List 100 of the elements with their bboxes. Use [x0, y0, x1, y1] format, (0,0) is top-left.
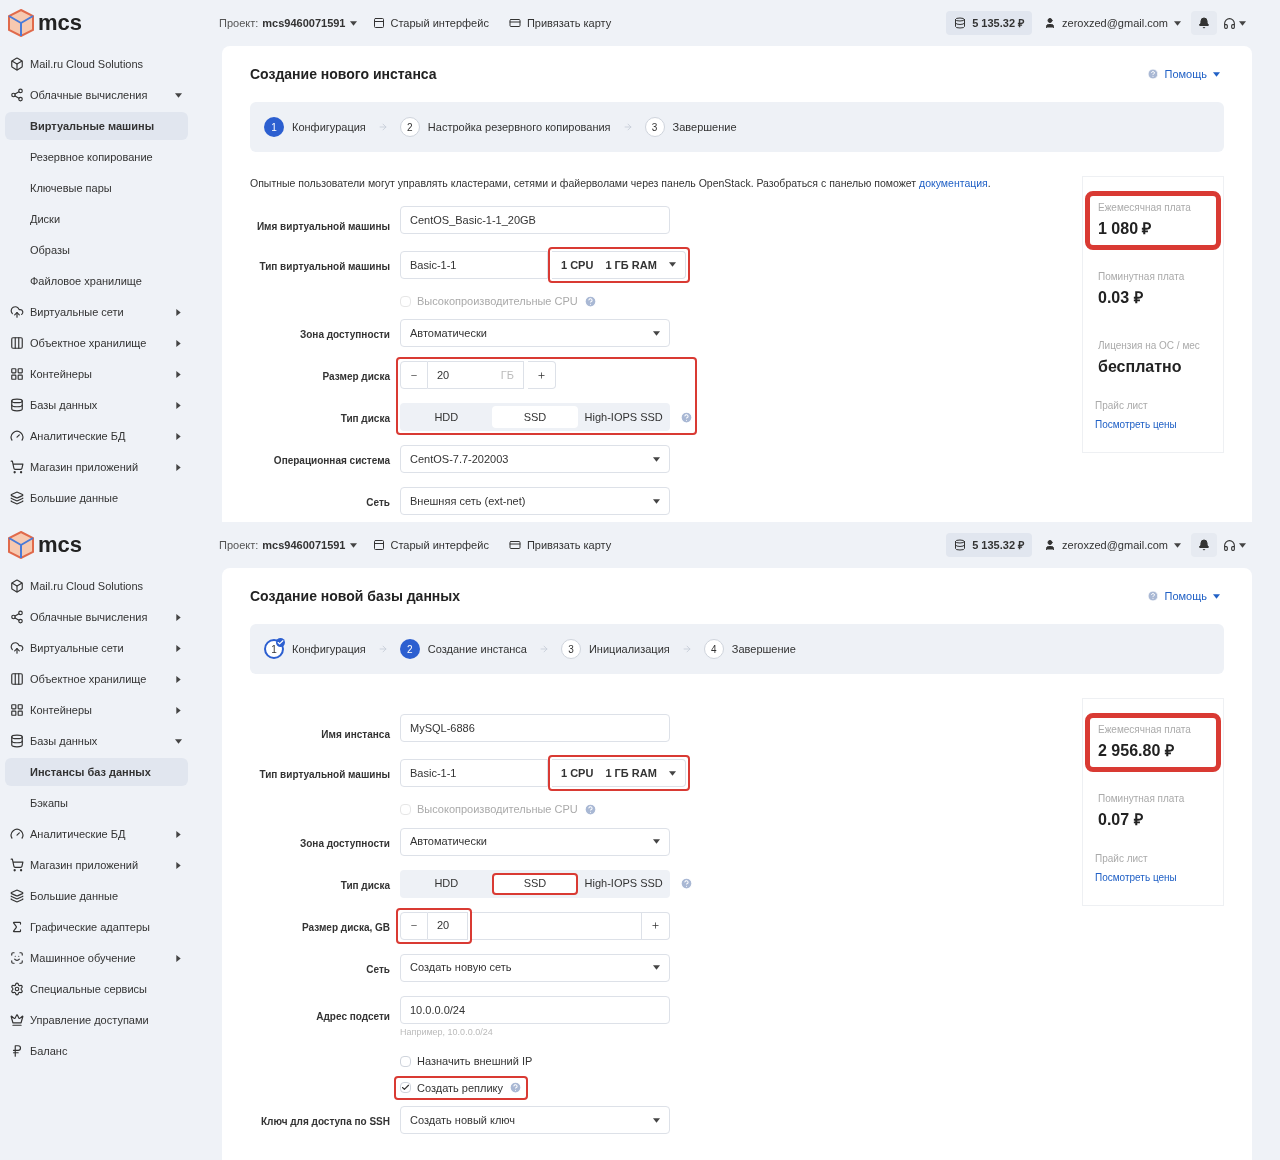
checkbox-option[interactable]: Назначить внешний IP [398, 1053, 535, 1070]
logo-text: mcs [38, 534, 83, 556]
segment-option[interactable]: SSD [491, 406, 579, 429]
sidebar-item[interactable]: Контейнеры [5, 696, 188, 724]
sidebar-item[interactable]: Mail.ru Cloud Solutions [5, 572, 188, 600]
arrow-icon [622, 122, 633, 132]
sidebar-item[interactable]: Управление доступами [5, 1006, 188, 1034]
select-field[interactable]: Создать новый ключ [400, 1106, 670, 1134]
support-button[interactable] [1223, 538, 1246, 552]
sidebar-item[interactable]: Базы данных [5, 727, 188, 755]
sidebar-subitem[interactable]: Резервное копирование [5, 143, 188, 171]
sidebar-subitem[interactable]: Файловое хранилище [5, 267, 188, 295]
segment-option[interactable]: HDD [403, 872, 490, 895]
select-field[interactable]: Создать новую сеть [400, 953, 670, 982]
notifications-button[interactable] [1191, 11, 1217, 35]
bind-card-link[interactable]: Привязать карту [508, 536, 612, 554]
select-field[interactable]: Автоматически [400, 827, 670, 856]
sidebar-item[interactable]: Объектное хранилище [5, 329, 188, 357]
flavor-field[interactable]: Basic-1-1 [400, 759, 548, 787]
checkbox-option[interactable]: Создать реплику [398, 1079, 525, 1096]
page-title: Создание новой базы данных [250, 586, 461, 606]
text-field[interactable]: CentOS_Basic-1-1_20GB [400, 205, 670, 234]
headset-icon [1223, 16, 1236, 30]
caret-icon [176, 675, 181, 683]
nodes-icon [10, 88, 24, 102]
support-button[interactable] [1223, 16, 1246, 30]
sidebar-item[interactable]: Виртуальные сети [5, 298, 188, 326]
sidebar-item[interactable]: Облачные вычисления [5, 603, 188, 631]
segment-option[interactable]: SSD [491, 872, 579, 895]
number-field[interactable]: 20 ГБ [428, 361, 524, 390]
sidebar-item[interactable]: Mail.ru Cloud Solutions [5, 50, 188, 78]
field-label: Тип диска [340, 879, 390, 891]
select-field[interactable]: CentOS-7.7-202003 [400, 445, 670, 474]
number-field[interactable]: 20 [428, 911, 468, 940]
scan-icon [10, 951, 24, 965]
sidebar-item[interactable]: Баланс [5, 1037, 188, 1065]
sidebar-subitem[interactable]: Бэкапы [5, 789, 188, 817]
balance-chip[interactable]: 5 135.32 ₽ [946, 533, 1033, 557]
flavor-dropdown[interactable]: 1 CPU 1 ГБ RAM [552, 250, 686, 279]
caret-icon [1213, 71, 1220, 77]
sidebar-subitem[interactable]: Виртуальные машины [5, 112, 188, 140]
account-dropdown[interactable]: zeroxzed@gmail.com [1044, 536, 1181, 554]
caret-icon [653, 456, 660, 462]
sidebar-subitem[interactable]: Ключевые пары [5, 174, 188, 202]
segment-option[interactable]: High-IOPS SSD [580, 406, 667, 429]
decrement-button[interactable] [400, 911, 428, 940]
field-label: Имя инстанса [321, 729, 390, 740]
bind-card-link[interactable]: Привязать карту [508, 14, 612, 32]
sidebar-item[interactable]: Базы данных [5, 391, 188, 419]
check-icon [401, 1083, 410, 1093]
settings-icon [10, 982, 24, 996]
sidebar-item[interactable]: Машинное обучение [5, 944, 188, 972]
sidebar-subitem[interactable]: Образы [5, 236, 188, 264]
select-field[interactable]: Внешняя сеть (ext-net) [400, 487, 670, 516]
sidebar-item[interactable]: Магазин приложений [5, 453, 188, 481]
sidebar-item[interactable]: Большие данные [5, 484, 188, 512]
caret-icon [176, 339, 181, 347]
prices-link[interactable]: Посмотреть цены [1095, 417, 1211, 432]
account-dropdown[interactable]: zeroxzed@gmail.com [1044, 14, 1181, 32]
cart-icon [10, 858, 24, 872]
sidebar-subitem[interactable]: Диски [5, 205, 188, 233]
sidebar-item[interactable]: Аналитические БД [5, 422, 188, 450]
help-dropdown[interactable]: Помощь [1146, 587, 1220, 605]
documentation-link[interactable]: документация [919, 177, 988, 189]
sidebar-item[interactable]: Виртуальные сети [5, 634, 188, 662]
old-interface-link[interactable]: Старый интерфейс [372, 14, 489, 32]
columns-icon [10, 672, 24, 686]
sidebar-item[interactable]: Специальные сервисы [5, 975, 188, 1003]
old-interface-link[interactable]: Старый интерфейс [372, 536, 489, 554]
project-dropdown[interactable]: Проект: mcs9460071591 [219, 14, 357, 32]
text-field[interactable]: MySQL-6886 [400, 714, 670, 742]
sidebar-subitem[interactable]: Инстансы баз данных [5, 758, 188, 786]
flavor-dropdown[interactable]: 1 CPU 1 ГБ RAM [552, 759, 686, 787]
decrement-button[interactable] [400, 361, 428, 390]
help-dropdown[interactable]: Помощь [1146, 65, 1220, 83]
project-dropdown[interactable]: Проект: mcs9460071591 [219, 536, 357, 554]
sidebar-item[interactable]: Графические адаптеры [5, 913, 188, 941]
select-field[interactable]: Автоматически [400, 319, 670, 348]
sidebar-item[interactable]: Контейнеры [5, 360, 188, 388]
segment-option[interactable]: High-IOPS SSD [580, 872, 667, 895]
prices-link[interactable]: Посмотреть цены [1095, 870, 1211, 885]
sidebar-item[interactable]: Магазин приложений [5, 851, 188, 879]
caret-icon [176, 432, 181, 440]
sidebar-item[interactable]: Объектное хранилище [5, 665, 188, 693]
help-icon[interactable] [680, 410, 693, 424]
balance-chip[interactable]: 5 135.32 ₽ [946, 11, 1033, 35]
caret-icon [176, 706, 181, 714]
sidebar-item[interactable]: Аналитические БД [5, 820, 188, 848]
notifications-button[interactable] [1191, 533, 1217, 557]
sidebar-item[interactable]: Облачные вычисления [5, 81, 188, 109]
sidebar-item[interactable]: Большие данные [5, 882, 188, 910]
help-icon[interactable] [680, 877, 693, 890]
increment-button[interactable] [528, 361, 556, 390]
increment-button[interactable] [642, 911, 670, 940]
text-field[interactable]: 10.0.0.0/24 [400, 995, 670, 1024]
flavor-field[interactable]: Basic-1-1 [400, 250, 548, 279]
segment-option[interactable]: HDD [403, 406, 490, 429]
coins-icon [954, 17, 967, 29]
help-icon[interactable] [509, 1081, 523, 1095]
price-value: 2 956.80 ₽ [1098, 741, 1175, 761]
